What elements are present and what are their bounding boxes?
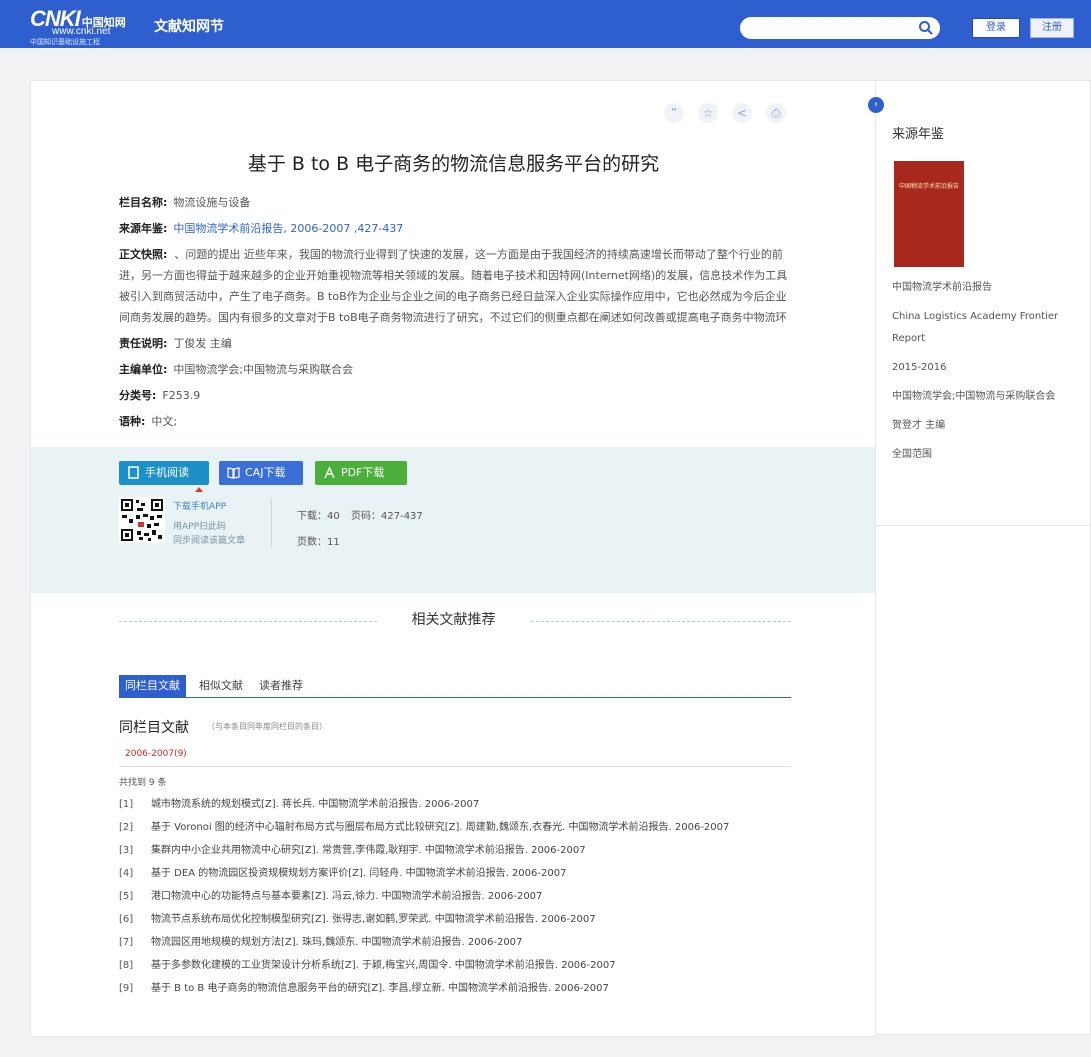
article-title: 基于 B to B 电子商务的物流信息服务平台的研究: [247, 153, 660, 175]
recommend-tabs: 同栏目文献 相似文献 读者推荐: [119, 675, 791, 698]
yearbook-cover[interactable]: 中国物流学术前沿报告: [894, 161, 964, 267]
field-classification: 分类号: F253.9: [119, 389, 201, 402]
yearbook-name[interactable]: 中国物流学术前沿报告: [892, 277, 1072, 299]
arrow-up-icon: [195, 487, 203, 492]
abstract-text: 、问题的提出 近些年来，我国的物流行业得到了快速的发展，这一方面是由于我国经济的…: [119, 248, 788, 324]
print-icon[interactable]: ⎙: [766, 103, 786, 123]
yearbook-english-name: China Logistics Academy Frontier Report: [892, 311, 1059, 344]
abstract-label: 正文快照:: [119, 248, 168, 261]
book-icon: [227, 467, 240, 479]
source-yearbook-sidebar: › 来源年鉴 中国物流学术前沿报告 中国物流学术前沿报告 China Logis…: [868, 80, 1091, 1035]
download-app-link[interactable]: 下载手机APP: [173, 499, 226, 512]
pdf-icon: [324, 466, 335, 479]
cover-title: 中国物流学术前沿报告: [898, 183, 959, 190]
yearbook-scope: 全国范围: [892, 449, 932, 460]
list-item[interactable]: [2] 基于 Voronoi 图的经济中心辐射布局方式与圈层布局方式比较研究[Z]…: [119, 816, 791, 839]
cnki-logo[interactable]: CNKI 中国知网 www.cnki.net 中国知识基础设施工程: [30, 6, 140, 46]
login-button[interactable]: 登录: [972, 18, 1020, 38]
logo-subtitle: 中国知识基础设施工程: [30, 38, 100, 46]
field-editor-unit: 主编单位: 中国物流学会;中国物流与采购联合会: [119, 363, 354, 376]
field-column-name: 栏目名称: 物流设施与设备: [119, 196, 251, 209]
tab-reader-recommend[interactable]: 读者推荐: [259, 675, 303, 697]
field-source-yearbook: 来源年鉴: 中国物流学术前沿报告, 2006-2007 ,427-437: [119, 222, 404, 235]
list-item[interactable]: [3] 集群内中小企业共用物流中心研究[Z]. 常贵营,李伟霞,耿翔宇. 中国物流…: [119, 839, 791, 862]
divider: [876, 525, 1091, 526]
list-item[interactable]: [8] 基于多参数化建模的工业货架设计分析系统[Z]. 于颖,梅宝兴,周国令. 中…: [119, 954, 791, 977]
list-item[interactable]: [7] 物流园区用地规模的规划方法[Z]. 珠玛,魏颂东. 中国物流学术前沿报告.…: [119, 931, 791, 954]
list-item[interactable]: [4] 基于 DEA 的物流园区投资规模规划方案评价[Z]. 闫轻舟. 中国物流学…: [119, 862, 791, 885]
divider: [531, 621, 791, 622]
section-title: 同栏目文献: [119, 720, 189, 736]
yearbook-editor: 贺登才 主编: [892, 420, 946, 431]
result-count: 共找到 9 条: [119, 778, 167, 788]
mobile-icon: [128, 466, 139, 479]
article-tools: ” ☆ < ⎙: [664, 103, 786, 123]
page-range: 页码：427-437: [351, 511, 423, 522]
top-bar: CNKI 中国知网 www.cnki.net 中国知识基础设施工程 文献知网节 登…: [0, 0, 1091, 48]
list-item[interactable]: [9] 基于 B to B 电子商务的物流信息服务平台的研究[Z]. 李昌,缪立新…: [119, 977, 791, 1000]
download-band: 手机阅读 CAJ下载 PDF下载 下载手机APP 用APP扫此码 同步阅读该篇文…: [31, 447, 876, 593]
divider: [119, 766, 791, 767]
chevron-right-icon[interactable]: ›: [868, 97, 884, 113]
search-icon[interactable]: [918, 20, 934, 36]
pdf-download-button[interactable]: PDF下载: [315, 461, 407, 485]
qr-code: [119, 497, 165, 543]
divider: [271, 499, 272, 547]
sidebar-title: 来源年鉴: [892, 127, 945, 142]
quote-icon[interactable]: ”: [664, 103, 684, 123]
yearbook-organizer: 中国物流学会;中国物流与采购联合会: [892, 391, 1056, 402]
source-yearbook-link[interactable]: 中国物流学术前沿报告, 2006-2007 ,427-437: [173, 222, 403, 235]
article-panel: ” ☆ < ⎙ 基于 B to B 电子商务的物流信息服务平台的研究 栏目名称:…: [30, 80, 877, 1037]
star-icon[interactable]: ☆: [698, 103, 718, 123]
abstract-snapshot: 正文快照: 、问题的提出 近些年来，我国的物流行业得到了快速的发展，这一方面是由…: [119, 244, 791, 328]
related-docs-title: 相关文献推荐: [411, 612, 496, 628]
list-item[interactable]: [5] 港口物流中心的功能特点与基本要素[Z]. 冯云,徐力. 中国物流学术前沿报…: [119, 885, 791, 908]
field-language: 语种: 中文;: [119, 415, 178, 428]
tab-same-column[interactable]: 同栏目文献: [119, 675, 186, 697]
field-responsibility: 责任说明: 丁俊发 主编: [119, 337, 232, 350]
register-button[interactable]: 注册: [1030, 18, 1074, 38]
search-input[interactable]: [740, 17, 940, 39]
reference-list: [1] 城市物流系统的规划模式[Z]. 蒋长兵. 中国物流学术前沿报告. 2006…: [119, 793, 791, 1000]
section-note: （与本条目同年度同栏目的条目）: [207, 722, 327, 731]
qr-hint-scan: 用APP扫此码: [173, 522, 227, 532]
download-count: 下载：40: [297, 511, 340, 522]
qr-hint-sync: 同步阅读该篇文章: [173, 536, 246, 546]
yearbook-info: 中国物流学术前沿报告 China Logistics Academy Front…: [892, 277, 1072, 473]
year-filter[interactable]: 2006-2007(9): [125, 749, 187, 759]
mobile-read-button[interactable]: 手机阅读: [119, 461, 209, 485]
site-name: 文献知网节: [154, 19, 224, 35]
list-item[interactable]: [1] 城市物流系统的规划模式[Z]. 蒋长兵. 中国物流学术前沿报告. 2006…: [119, 793, 791, 816]
tab-similar-docs[interactable]: 相似文献: [199, 675, 243, 697]
page-count: 页数：11: [297, 537, 340, 548]
yearbook-years: 2015-2016: [892, 362, 947, 373]
caj-download-button[interactable]: CAJ下载: [219, 461, 303, 485]
logo-url: www.cnki.net: [52, 26, 111, 37]
list-item[interactable]: [6] 物流节点系统布局优化控制模型研究[Z]. 张得志,谢如鹤,罗荣武. 中国物…: [119, 908, 791, 931]
share-icon[interactable]: <: [732, 103, 752, 123]
